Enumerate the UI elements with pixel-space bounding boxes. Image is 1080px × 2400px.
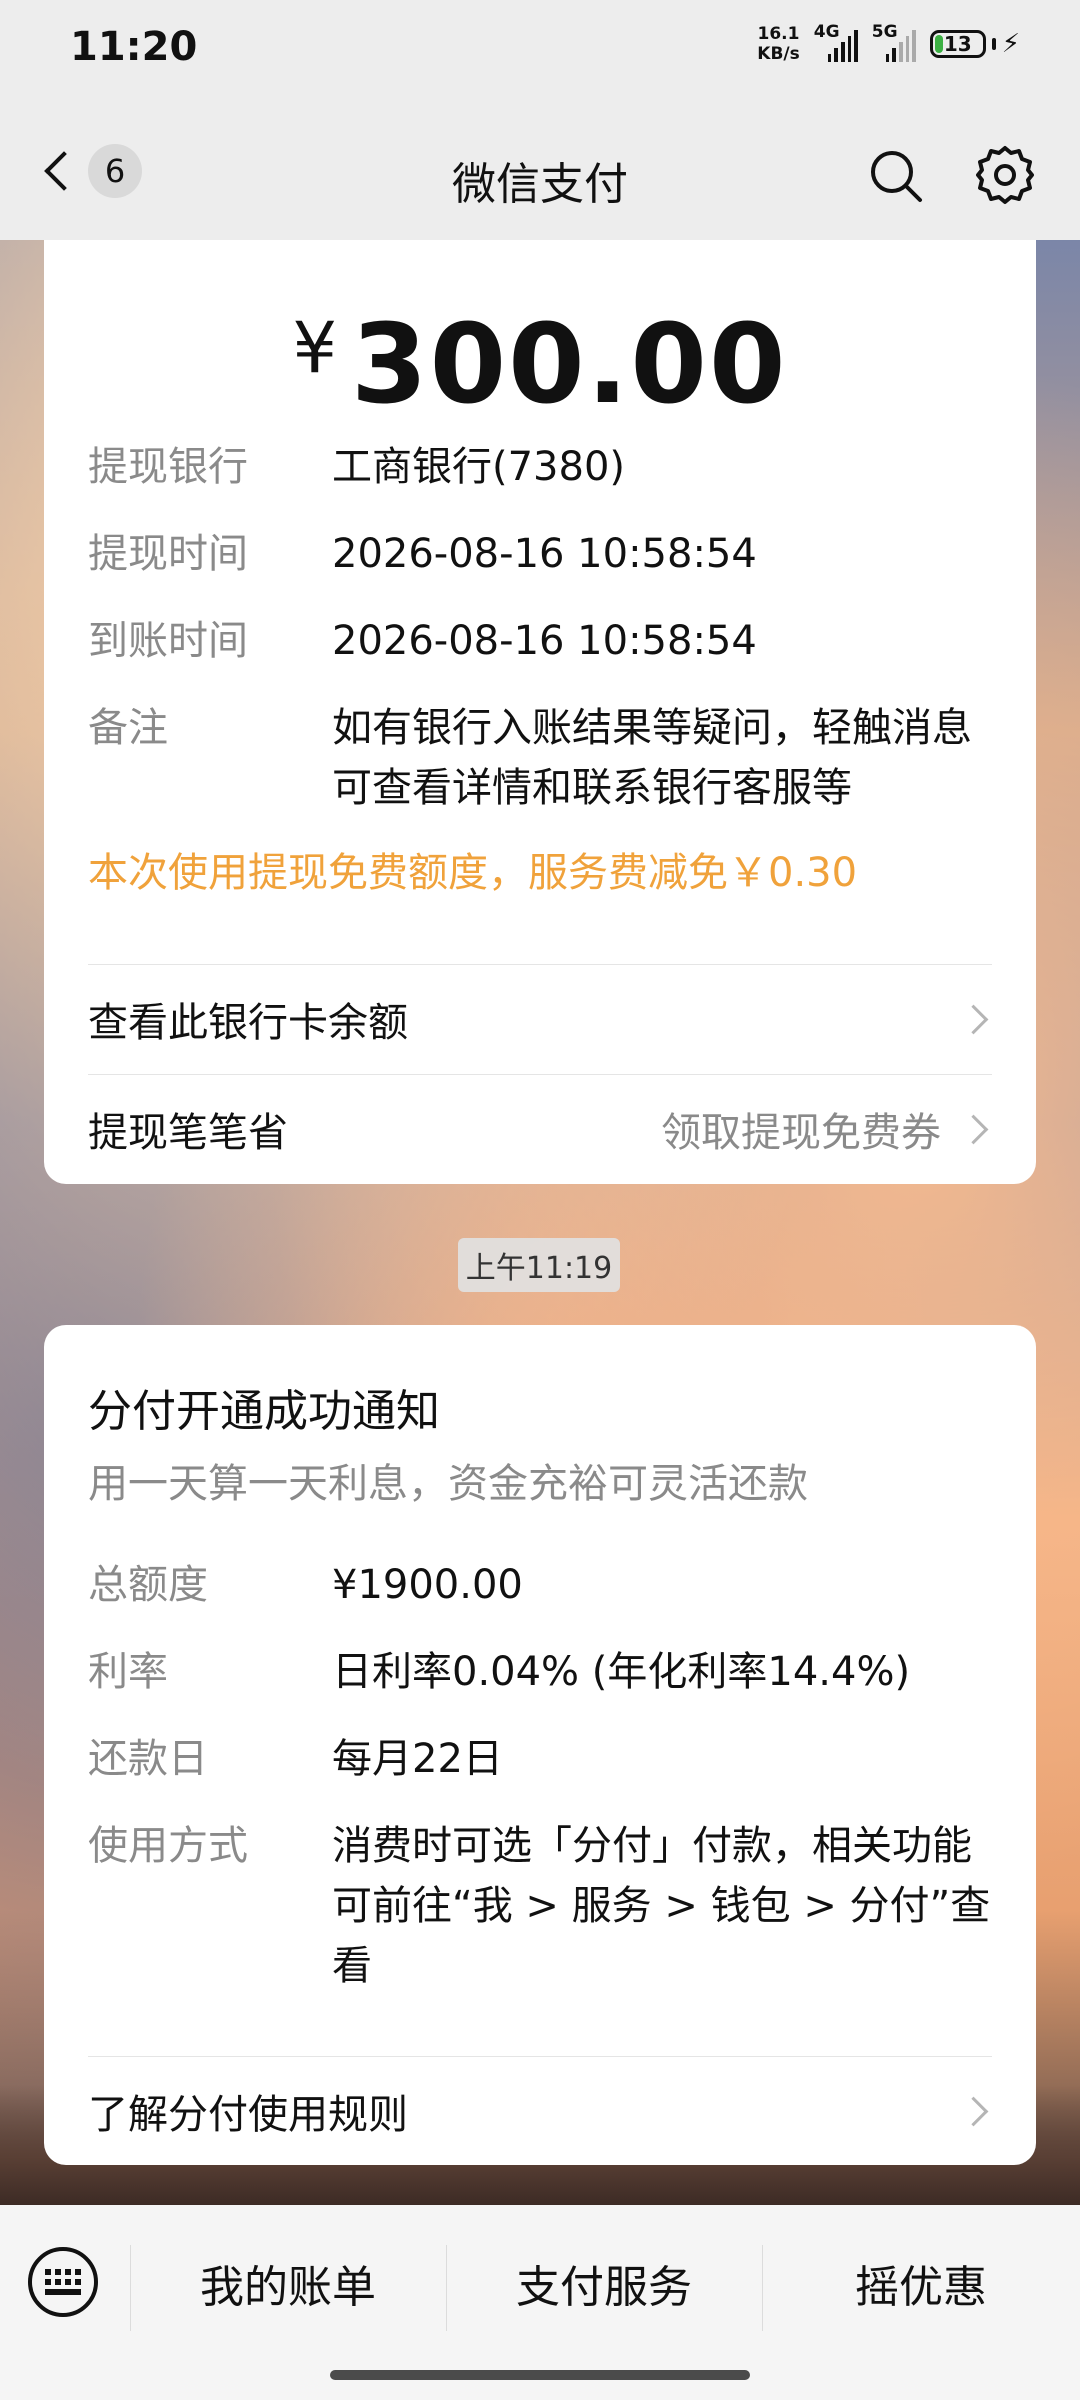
battery-level: 13 [943, 32, 972, 56]
home-indicator[interactable] [330, 2370, 750, 2380]
search-icon[interactable] [868, 148, 924, 204]
signal-4g-icon: 4G [814, 22, 858, 62]
detail-label: 提现银行 [88, 444, 248, 490]
status-bar: 11:20 16.1 KB/s 4G 5G 13 ⚡ [0, 0, 1080, 100]
detail-label: 备注 [88, 705, 168, 751]
nav-bar: 6 微信支付 [0, 100, 1080, 240]
detail-row-usage: 使用方式 消费时可选「分付」付款，相关功能可前往“我 > 服务 > 钱包 > 分… [88, 1816, 992, 1996]
currency-symbol: ¥ [292, 307, 338, 389]
detail-label: 还款日 [88, 1736, 208, 1782]
link-label: 了解分付使用规则 [88, 2092, 408, 2138]
detail-row-arrival-time: 到账时间 2026-08-16 10:58:54 [88, 611, 992, 671]
battery-icon: 13 ⚡ [929, 29, 1020, 59]
amount-value: 300.00 [351, 300, 788, 428]
detail-value: 消费时可选「分付」付款，相关功能可前往“我 > 服务 > 钱包 > 分付”查看 [332, 1823, 991, 1989]
card-title: 分付开通成功通知 [88, 1386, 440, 1437]
detail-value: 2026-08-16 10:58:54 [332, 618, 757, 664]
fenfu-rules-link[interactable]: 了解分付使用规则 [88, 2057, 992, 2165]
link-label: 查看此银行卡余额 [88, 1000, 408, 1046]
detail-label: 使用方式 [88, 1823, 248, 1869]
detail-row-withdraw-time: 提现时间 2026-08-16 10:58:54 [88, 524, 992, 584]
detail-value: 2026-08-16 10:58:54 [332, 531, 757, 577]
keyboard-toggle-button[interactable] [28, 2247, 98, 2317]
detail-value: 工商银行(7380) [332, 444, 626, 490]
detail-value: 每月22日 [332, 1736, 503, 1782]
signal-5g-icon: 5G [872, 22, 916, 62]
network-speed: 16.1 KB/s [757, 24, 799, 64]
menu-shake-deals[interactable]: 摇优惠 [762, 2205, 1080, 2361]
status-time: 11:20 [70, 24, 198, 70]
withdrawal-message-card[interactable]: ¥300.00 提现银行 工商银行(7380) 提现时间 2026-08-16 … [44, 240, 1036, 1184]
detail-label: 到账时间 [88, 618, 248, 664]
get-free-coupon-text: 领取提现免费券 [661, 1110, 941, 1156]
settings-gear-icon[interactable] [974, 144, 1036, 206]
check-card-balance-link[interactable]: 查看此银行卡余额 [88, 965, 992, 1073]
network-speed-unit: KB/s [757, 44, 800, 64]
card-subtitle: 用一天算一天利息，资金充裕可灵活还款 [88, 1461, 808, 1507]
withdrawal-amount: ¥300.00 [44, 300, 1036, 428]
menu-my-bills[interactable]: 我的账单 [130, 2205, 446, 2361]
detail-label: 总额度 [88, 1562, 208, 1608]
network-speed-value: 16.1 [757, 24, 800, 44]
detail-row-bank: 提现银行 工商银行(7380) [88, 437, 992, 497]
detail-row-repayment-day: 还款日 每月22日 [88, 1729, 992, 1789]
chevron-right-icon [958, 1004, 989, 1034]
signal-4g-label: 4G [813, 22, 840, 42]
detail-row-note: 备注 如有银行入账结果等疑问，轻触消息可查看详情和联系银行客服等 [88, 698, 992, 818]
keyboard-icon [45, 2269, 81, 2295]
withdraw-savings-link[interactable]: 提现笔笔省 领取提现免费券 [88, 1075, 992, 1183]
message-timestamp: 上午11:19 [458, 1238, 620, 1292]
detail-row-rate: 利率 日利率0.04% (年化利率14.4%) [88, 1642, 992, 1702]
fenfu-activation-card[interactable]: 分付开通成功通知 用一天算一天利息，资金充裕可灵活还款 总额度 ¥1900.00… [44, 1325, 1036, 2165]
detail-label: 利率 [88, 1649, 168, 1695]
signal-5g-label: 5G [871, 22, 898, 42]
detail-value: 日利率0.04% (年化利率14.4%) [332, 1649, 911, 1695]
chevron-right-icon [958, 2096, 989, 2126]
charging-icon: ⚡ [1001, 29, 1020, 59]
detail-value: 如有银行入账结果等疑问，轻触消息可查看详情和联系银行客服等 [332, 705, 972, 811]
chevron-right-icon [958, 1114, 989, 1144]
fee-waiver-notice: 本次使用提现免费额度，服务费减免￥0.30 [88, 850, 858, 896]
detail-label: 提现时间 [88, 531, 248, 577]
link-label: 提现笔笔省 [88, 1110, 288, 1156]
detail-row-limit: 总额度 ¥1900.00 [88, 1555, 992, 1615]
detail-value: ¥1900.00 [332, 1562, 523, 1608]
menu-payment-services[interactable]: 支付服务 [446, 2205, 762, 2361]
